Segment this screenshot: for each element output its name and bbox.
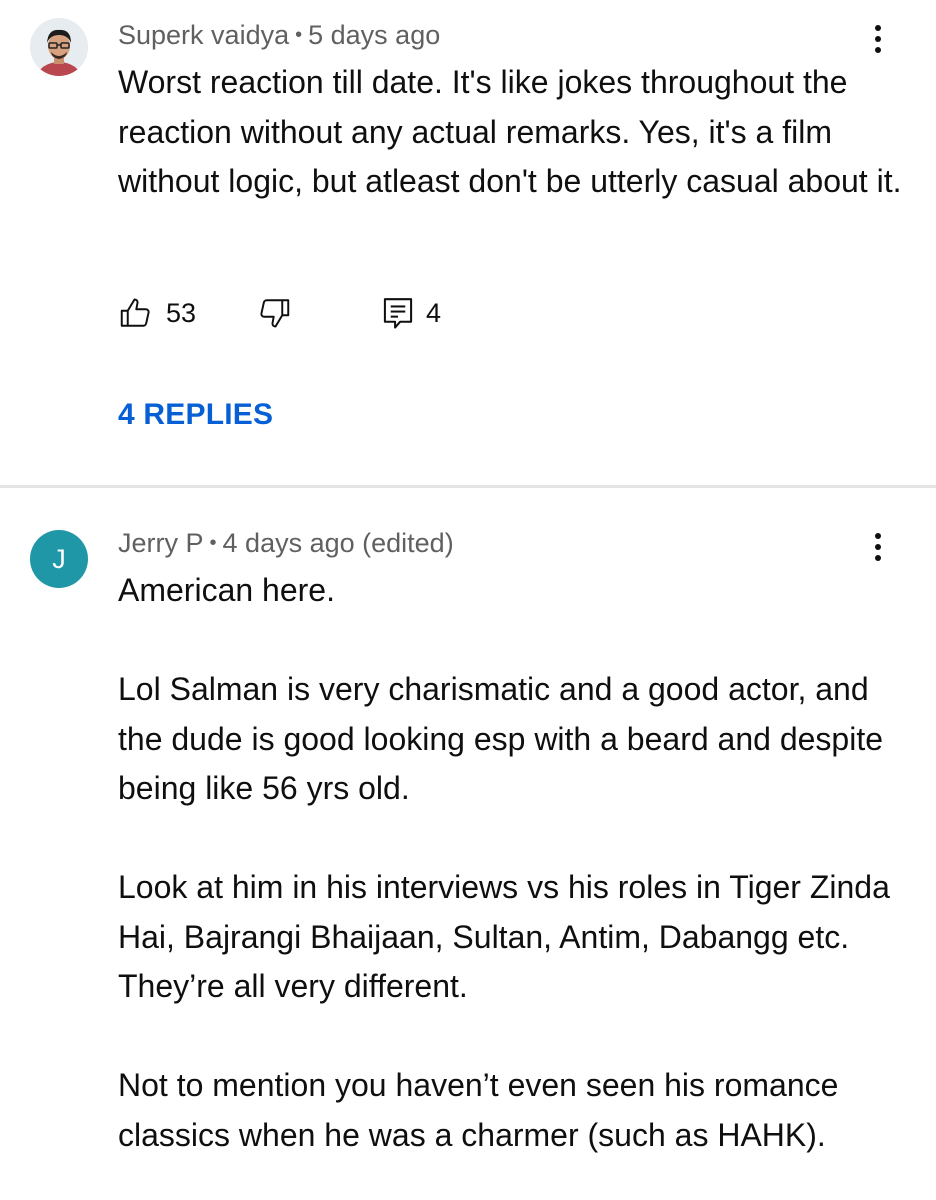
comment-meta: Superk vaidya • 5 days ago <box>118 20 440 51</box>
comment-paragraph: Lol Salman is very charismatic and a goo… <box>118 671 883 806</box>
comment-actions: 53 4 <box>118 290 518 336</box>
author-name[interactable]: Superk vaidya <box>118 20 289 50</box>
comment-meta: Jerry P • 4 days ago (edited) <box>118 528 454 559</box>
comment-thread-2: J Jerry P • 4 days ago (edited) American h… <box>0 488 936 1200</box>
reply-button[interactable]: 4 <box>382 290 441 336</box>
comment-thread-1: Superk vaidya • 5 days ago Worst reaction … <box>0 0 936 485</box>
comment-time: 5 days ago <box>308 20 441 50</box>
dislike-icon <box>260 299 290 328</box>
view-replies-button[interactable]: 4 REPLIES <box>118 398 273 432</box>
comment-text: American here. Lol Salman is very charis… <box>118 566 908 1160</box>
comment-paragraph: American here. <box>118 572 335 608</box>
comment-paragraph: Worst reaction till date. It's like joke… <box>118 64 902 199</box>
comment-icon <box>383 298 413 329</box>
comment-paragraph: Not to mention you haven’t even seen his… <box>118 1067 839 1153</box>
more-options-icon[interactable] <box>858 14 898 64</box>
comment-time: 4 days ago (edited) <box>222 528 454 558</box>
reply-count: 4 <box>426 297 442 328</box>
person-photo-avatar-icon <box>30 18 88 76</box>
avatar[interactable]: J <box>30 530 88 588</box>
author-name[interactable]: Jerry P <box>118 528 204 558</box>
like-count: 53 <box>166 297 197 328</box>
dislike-button[interactable] <box>256 290 292 336</box>
meta-separator: • <box>209 532 217 554</box>
comment-text: Worst reaction till date. It's like joke… <box>118 58 908 207</box>
more-options-icon[interactable] <box>858 522 898 572</box>
avatar[interactable] <box>30 18 88 76</box>
meta-separator: • <box>295 24 303 46</box>
avatar-letter: J <box>52 543 66 574</box>
comment-paragraph: Look at him in his interviews vs his rol… <box>118 869 890 1004</box>
like-icon <box>120 298 150 327</box>
like-button[interactable]: 53 <box>118 290 196 336</box>
